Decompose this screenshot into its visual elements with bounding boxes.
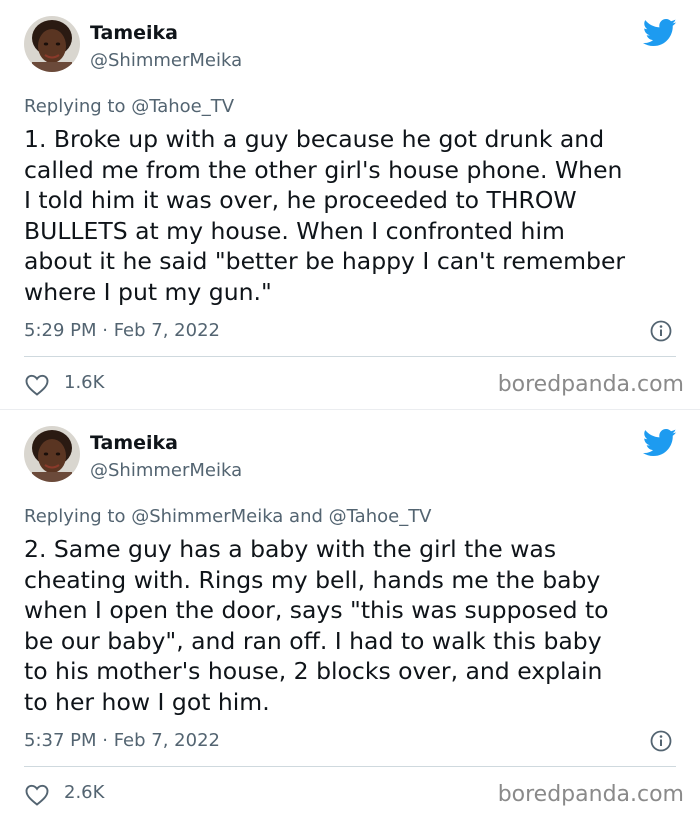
divider: [24, 356, 676, 357]
reply-mention-link[interactable]: @Tahoe_TV: [131, 96, 234, 117]
display-name[interactable]: Tameika: [90, 432, 178, 454]
reply-mention-link[interactable]: @ShimmerMeika and @Tahoe_TV: [131, 506, 431, 527]
timestamp[interactable]: 5:29 PM · Feb 7, 2022: [24, 320, 220, 341]
watermark: boredpanda.com: [497, 782, 684, 807]
watermark: boredpanda.com: [497, 372, 684, 397]
avatar[interactable]: [24, 426, 80, 482]
reply-prefix: Replying to: [24, 96, 126, 117]
reply-prefix: Replying to: [24, 506, 126, 527]
replying-to: Replying to @Tahoe_TV: [24, 96, 234, 117]
user-handle[interactable]: @ShimmerMeika: [90, 460, 242, 481]
divider: [24, 766, 676, 767]
twitter-bird-icon[interactable]: [642, 428, 677, 458]
replying-to: Replying to @ShimmerMeika and @Tahoe_TV: [24, 506, 432, 527]
tweet-text: 1. Broke up with a guy because he got dr…: [24, 125, 626, 306]
display-name[interactable]: Tameika: [90, 22, 178, 44]
info-icon[interactable]: [650, 320, 672, 342]
heart-icon[interactable]: [25, 784, 49, 806]
info-icon[interactable]: [650, 730, 672, 752]
like-count[interactable]: 2.6K: [64, 782, 104, 803]
twitter-bird-icon[interactable]: [642, 18, 677, 48]
tweet-card[interactable]: Tameika @ShimmerMeika Replying to @Tahoe…: [0, 0, 700, 409]
user-handle[interactable]: @ShimmerMeika: [90, 50, 242, 71]
avatar[interactable]: [24, 16, 80, 72]
tweet-text: 2. Same guy has a baby with the girl the…: [24, 535, 609, 716]
heart-icon[interactable]: [25, 374, 49, 396]
tweet-card[interactable]: Tameika @ShimmerMeika Replying to @Shimm…: [0, 410, 700, 819]
timestamp[interactable]: 5:37 PM · Feb 7, 2022: [24, 730, 220, 751]
like-count[interactable]: 1.6K: [64, 372, 104, 393]
